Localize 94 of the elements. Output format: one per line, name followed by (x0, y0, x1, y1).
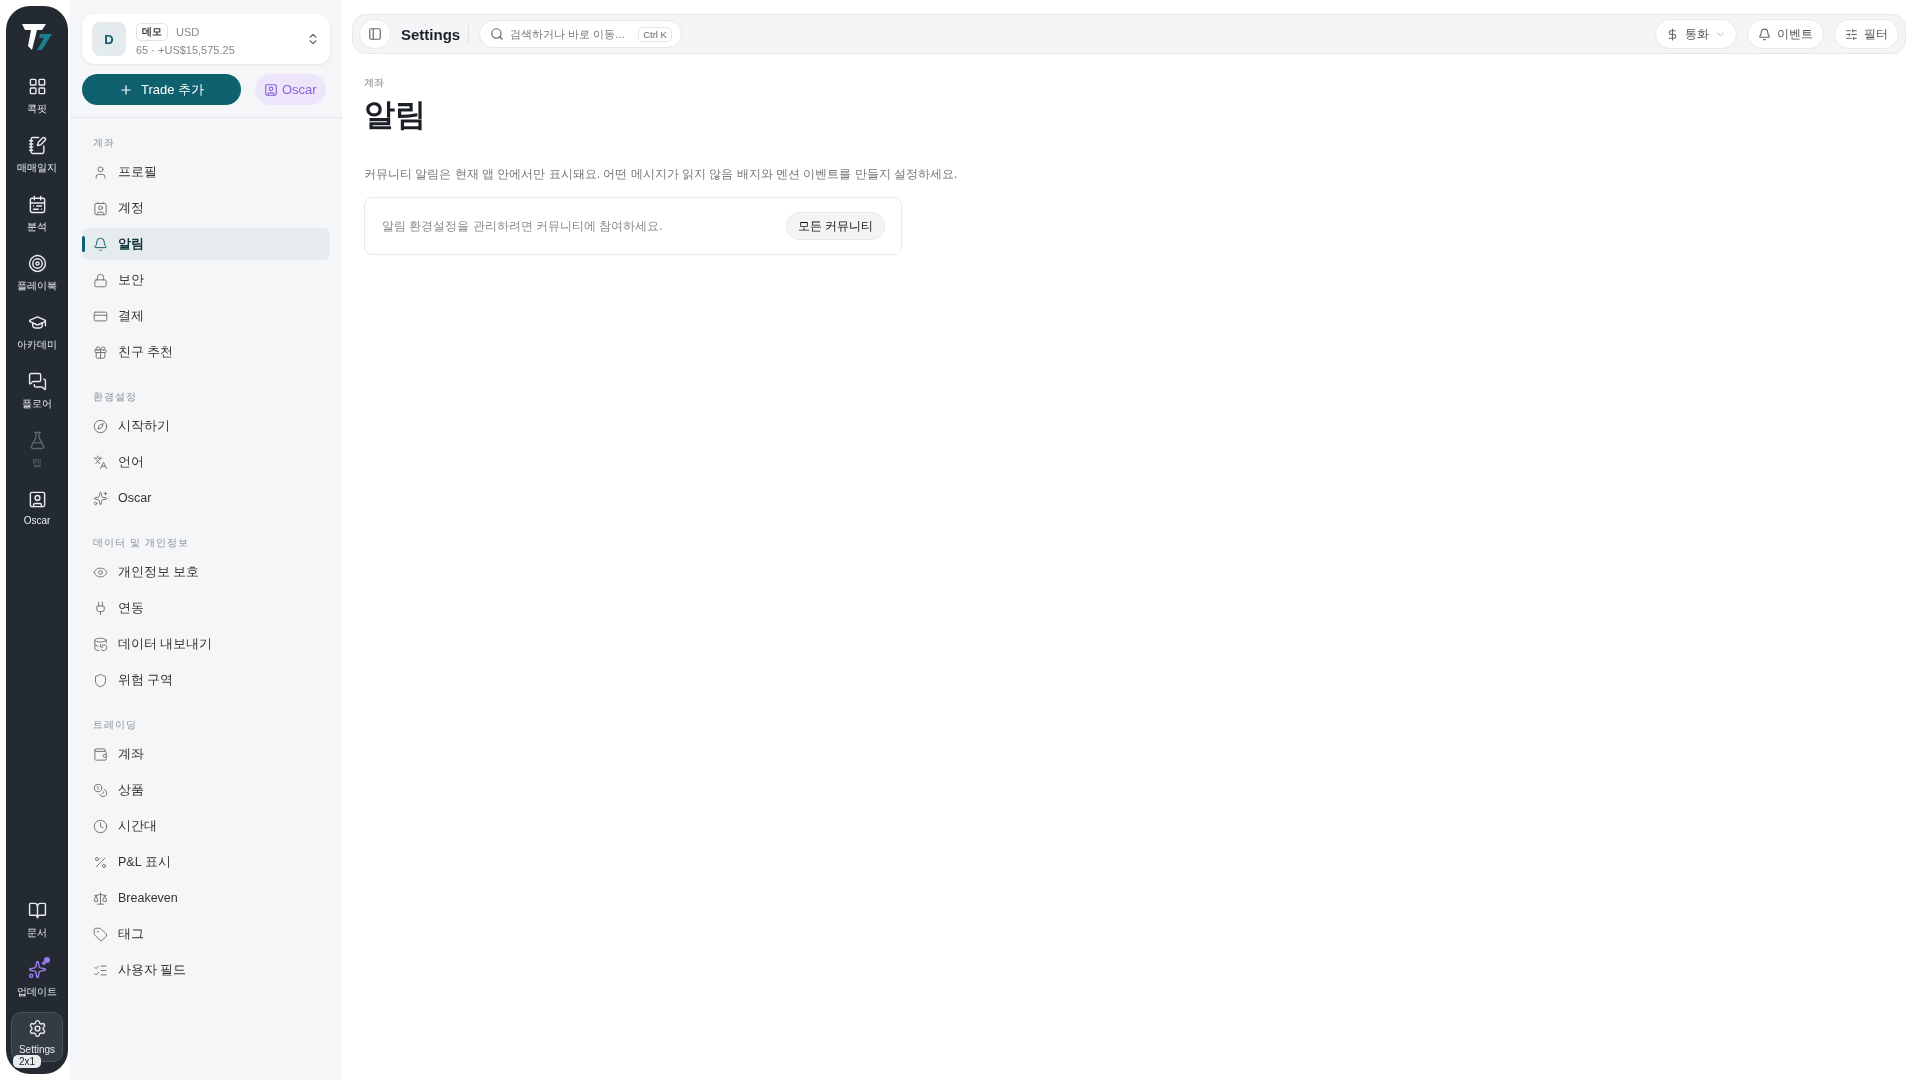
shield-icon (93, 672, 108, 688)
sidebar-item[interactable]: 계좌 (82, 738, 330, 770)
clock-icon (93, 818, 108, 834)
lock-icon (93, 272, 108, 288)
toolbar-button[interactable]: 이벤트 (1747, 19, 1824, 49)
percent-icon (93, 854, 108, 870)
promo-badge: 2x1 (13, 1055, 42, 1068)
sidebar-item[interactable]: 프로필 (82, 156, 330, 188)
sparkles-icon (27, 960, 47, 979)
sidebar-item[interactable]: Oscar (82, 482, 330, 514)
breadcrumb: 계좌 (364, 76, 384, 90)
sidebar-item[interactable]: 계정 (82, 192, 330, 224)
chat-icon (27, 372, 47, 391)
rail-item[interactable]: 플로어 (11, 365, 63, 418)
rail-item[interactable]: 아카데미 (11, 306, 63, 359)
bell-icon (93, 236, 108, 252)
all-communities-button[interactable]: 모든 커뮤니티 (785, 212, 885, 240)
rail-item[interactable]: 문서 (11, 894, 63, 947)
card-text: 알림 환경설정을 관리하려면 커뮤니티에 참여하세요. (382, 217, 663, 235)
rail-item[interactable]: 플레이북 (11, 247, 63, 300)
heading: 알림 (364, 96, 426, 134)
account-currency: USD (176, 25, 200, 38)
target-icon (27, 254, 47, 273)
account-summary: 65 · +US$15,575.25 (136, 43, 236, 56)
account-avatar: D (92, 22, 126, 56)
section-title: 트레이딩 (93, 718, 138, 732)
search-input[interactable]: 검색하거나 바로 이동... (510, 28, 633, 40)
description: 커뮤니티 알림은 현재 앱 안에서만 표시돼요. 어떤 메시지가 읽지 않음 배지와 멘션 이벤트를 만들지 설정하세요. (364, 166, 958, 183)
toolbar-button[interactable]: 통화 (1655, 19, 1737, 49)
sidebar-item[interactable]: 결제 (82, 300, 330, 332)
rail-item[interactable]: 분석 (11, 188, 63, 241)
sidebar-item[interactable]: 사용자 필드 (82, 954, 330, 986)
sidebar-item[interactable]: 시작하기 (82, 410, 330, 442)
sidebar-item[interactable]: 언어 (82, 446, 330, 478)
settings-icon (27, 1019, 47, 1038)
sidebar-item[interactable]: 연동 (82, 592, 330, 624)
sidebar-toggle-button[interactable] (359, 19, 391, 49)
sidebar-item[interactable]: 보안 (82, 264, 330, 296)
sidebar-item[interactable]: 상품 (82, 774, 330, 806)
id-card-icon (93, 200, 108, 216)
search-field[interactable]: 검색하거나 바로 이동... Ctrl K (479, 20, 683, 48)
graduation-cap-icon (27, 313, 47, 332)
gift-icon (93, 344, 108, 360)
plus-icon (118, 82, 133, 97)
oscar-button[interactable]: Oscar (255, 74, 326, 105)
database-icon (93, 636, 108, 652)
rail-item[interactable]: 콕핏 (11, 70, 63, 123)
shortcut-hint: Ctrl K (638, 26, 672, 42)
rail-item[interactable]: Oscar (11, 483, 63, 533)
sparkles-icon (93, 490, 108, 506)
sidebar-item[interactable]: 알림 (82, 228, 330, 260)
toolbar-button[interactable]: 필터 (1834, 19, 1899, 49)
wallet-icon (93, 746, 108, 762)
add-trade-button[interactable]: Trade 추가 (82, 74, 241, 105)
coins-icon (93, 782, 108, 798)
user-square-icon (264, 82, 278, 97)
checklist-icon (93, 962, 108, 978)
notification-dot (44, 957, 50, 963)
translate-icon (93, 454, 108, 470)
sliders-icon (1845, 27, 1858, 41)
sidebar-item[interactable]: 개인정보 보호 (82, 556, 330, 588)
user-icon (93, 164, 108, 180)
dollar-icon (1666, 27, 1679, 41)
book-icon (27, 901, 47, 920)
notebook-pen-icon (27, 136, 47, 155)
sidebar-item[interactable]: P&L 표시 (82, 846, 330, 878)
bell-icon (1758, 27, 1771, 41)
search-icon (490, 27, 505, 41)
grid-icon (27, 77, 47, 96)
eye-icon (93, 564, 108, 580)
account-switcher[interactable]: D 데모 USD 65 · +US$15,575.25 (82, 14, 330, 64)
sidebar-item[interactable]: 태그 (82, 918, 330, 950)
section-title: 환경설정 (93, 390, 138, 404)
rail-item[interactable]: 업데이트 (11, 953, 63, 1006)
scale-icon (93, 890, 108, 906)
selected-indicator (82, 236, 85, 252)
user-square-icon (27, 490, 47, 509)
account-tag: 데모 (136, 22, 168, 41)
sidebar-item[interactable]: 데이터 내보내기 (82, 628, 330, 660)
page-title: Settings (401, 25, 470, 43)
sidebar-item[interactable]: 위험 구역 (82, 664, 330, 696)
plug-icon (93, 600, 108, 616)
calendar-icon (27, 195, 47, 214)
sidebar-item[interactable]: Breakeven (82, 882, 330, 914)
tag-icon (93, 926, 108, 942)
section-title: 계좌 (93, 136, 116, 150)
compass-icon (93, 418, 108, 434)
logo-icon (20, 22, 54, 52)
sidebar-item[interactable]: 시간대 (82, 810, 330, 842)
credit-card-icon (93, 308, 108, 324)
section-title: 데이터 및 개인정보 (93, 536, 190, 550)
sidebar-item[interactable]: 친구 추천 (82, 336, 330, 368)
rail-item[interactable]: 매매일지 (11, 129, 63, 182)
panel-icon (368, 27, 382, 41)
